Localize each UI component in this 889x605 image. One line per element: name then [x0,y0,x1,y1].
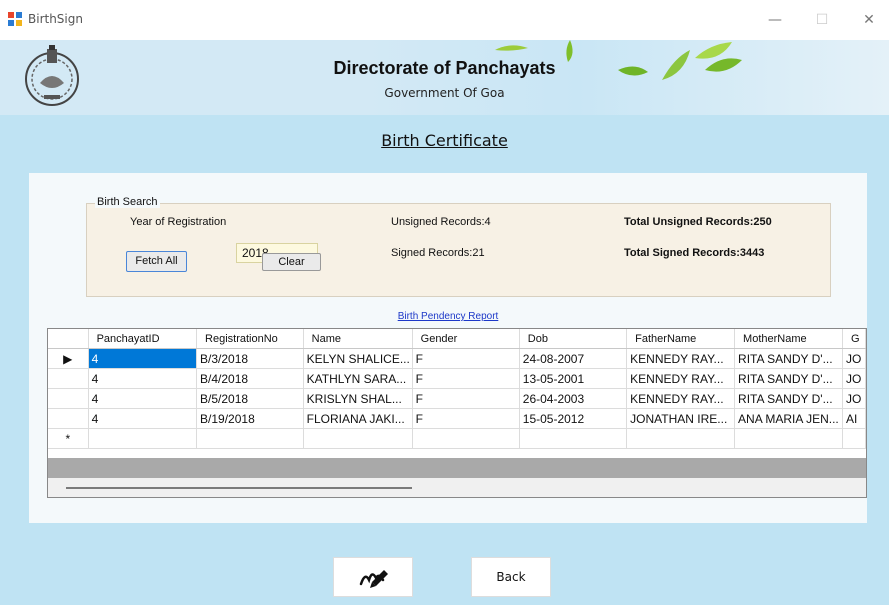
records-grid[interactable]: PanchayatID RegistrationNo Name Gender D… [47,328,867,498]
sign-button[interactable] [333,557,413,597]
records-table: PanchayatID RegistrationNo Name Gender D… [48,329,866,449]
table-cell[interactable]: KATHLYN SARA... [303,368,413,389]
page-title: Birth Certificate [381,131,508,150]
fetch-all-button[interactable]: Fetch All [126,251,187,272]
table-cell[interactable]: AI [842,408,866,429]
horizontal-scrollbar[interactable] [48,478,866,497]
title-bar: BirthSign — ☐ ✕ [0,0,889,40]
row-header [48,368,89,389]
table-cell[interactable]: KENNEDY RAY... [626,348,736,369]
table-cell[interactable]: F [412,368,520,389]
new-row[interactable]: * [48,428,866,449]
table-cell[interactable] [412,428,520,449]
table-cell[interactable] [734,428,843,449]
table-cell[interactable]: JO [842,368,866,389]
column-header-registrationno[interactable]: RegistrationNo [196,329,304,349]
table-cell[interactable]: 15-05-2012 [519,408,628,429]
total-signed-records-text: Total Signed Records:3443 [624,247,765,259]
main-content: Birth Certificate Year of Registration U… [0,115,889,605]
row-header-corner [48,329,89,349]
unsigned-records-text: Unsigned Records:4 [391,216,491,228]
table-cell[interactable]: 4 [88,408,198,429]
table-cell[interactable]: F [412,348,520,369]
table-cell[interactable]: B/19/2018 [196,408,304,429]
table-cell[interactable]: RITA SANDY D'... [734,368,843,389]
table-row[interactable]: 4 B/5/2018 KRISLYN SHAL... F 26-04-2003 … [48,388,866,409]
minimize-button[interactable]: — [760,8,790,32]
table-cell[interactable]: KENNEDY RAY... [626,368,736,389]
row-header [48,388,89,409]
close-button[interactable]: ✕ [854,8,884,32]
birth-pendency-report-link[interactable]: Birth Pendency Report [29,311,867,322]
total-unsigned-records-text: Total Unsigned Records:250 [624,216,772,228]
column-header-gender[interactable]: Gender [412,329,520,349]
window-title: BirthSign [28,12,83,26]
header-banner: Directorate of Panchayats Government Of … [0,40,889,115]
table-cell[interactable] [842,428,866,449]
back-button[interactable]: Back [471,557,551,597]
year-of-registration-label: Year of Registration [130,216,227,228]
table-cell[interactable]: RITA SANDY D'... [734,348,843,369]
table-cell[interactable] [88,428,198,449]
table-cell[interactable] [303,428,413,449]
row-header [48,408,89,429]
current-row-indicator-icon: ▶ [48,348,89,369]
table-row[interactable]: ▶ 4 B/3/2018 KELYN SHALICE... F 24-08-20… [48,348,866,369]
column-header-mothername[interactable]: MotherName [734,329,843,349]
table-cell[interactable]: 13-05-2001 [519,368,628,389]
table-cell[interactable]: 4 [88,368,198,389]
table-cell[interactable]: B/5/2018 [196,388,304,409]
table-cell[interactable]: 4 [88,348,198,369]
table-cell[interactable]: JO [842,388,866,409]
table-cell[interactable]: JONATHAN IRE... [626,408,736,429]
column-header-name[interactable]: Name [303,329,413,349]
table-cell[interactable]: 24-08-2007 [519,348,628,369]
signed-records-text: Signed Records:21 [391,247,485,259]
birth-search-group: Year of Registration Unsigned Records:4 … [86,203,831,297]
column-header-g[interactable]: G [842,329,866,349]
birth-search-group-label: Birth Search [95,196,160,208]
table-cell[interactable]: FLORIANA JAKI... [303,408,413,429]
table-row[interactable]: 4 B/4/2018 KATHLYN SARA... F 13-05-2001 … [48,368,866,389]
table-cell[interactable]: JO [842,348,866,369]
table-cell[interactable] [626,428,736,449]
table-cell[interactable]: KENNEDY RAY... [626,388,736,409]
search-panel: Year of Registration Unsigned Records:4 … [29,173,867,523]
maximize-button[interactable]: ☐ [807,8,837,32]
table-cell[interactable]: 4 [88,388,198,409]
table-cell[interactable]: KELYN SHALICE... [303,348,413,369]
table-cell[interactable]: KRISLYN SHAL... [303,388,413,409]
signature-pen-icon [359,570,388,588]
app-icon [8,12,22,26]
banner-title: Directorate of Panchayats [333,58,556,78]
clear-button[interactable]: Clear [262,253,321,271]
table-cell[interactable] [519,428,628,449]
table-cell[interactable]: B/4/2018 [196,368,304,389]
table-cell[interactable]: ANA MARIA JEN... [734,408,843,429]
column-header-panchayatid[interactable]: PanchayatID [88,329,198,349]
grid-header-row: PanchayatID RegistrationNo Name Gender D… [48,329,866,349]
table-cell[interactable]: B/3/2018 [196,348,304,369]
table-cell[interactable]: F [412,408,520,429]
column-header-dob[interactable]: Dob [519,329,628,349]
table-row[interactable]: 4 B/19/2018 FLORIANA JAKI... F 15-05-201… [48,408,866,429]
column-header-fathername[interactable]: FatherName [626,329,736,349]
banner-subtitle: Government Of Goa [384,86,505,100]
table-cell[interactable]: F [412,388,520,409]
table-cell[interactable]: 26-04-2003 [519,388,628,409]
scrollbar-thumb[interactable] [66,487,412,489]
new-row-indicator-icon: * [48,428,89,449]
table-cell[interactable]: RITA SANDY D'... [734,388,843,409]
table-cell[interactable] [196,428,304,449]
